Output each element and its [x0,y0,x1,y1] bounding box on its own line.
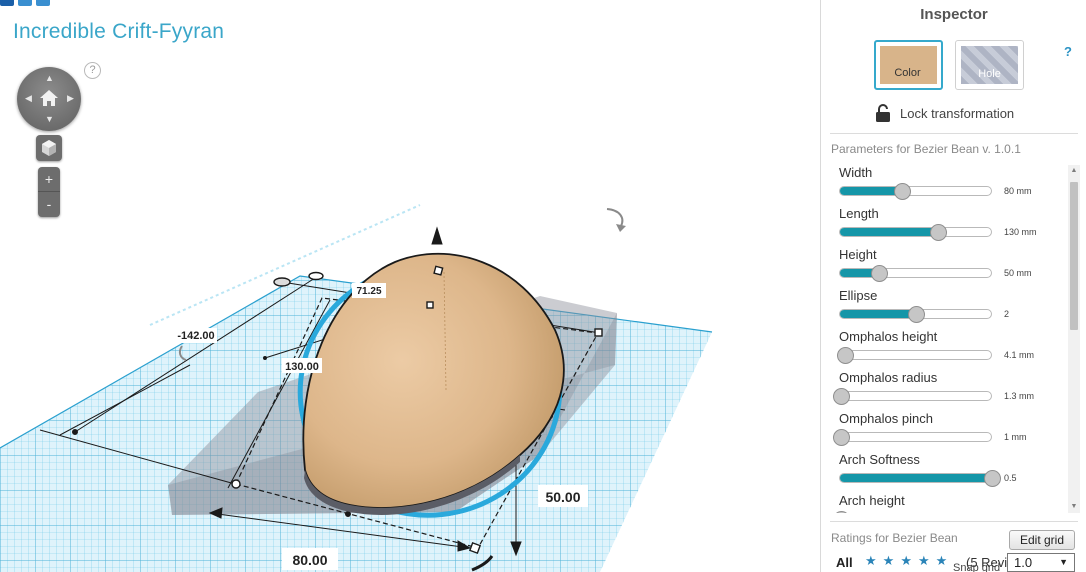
param-row: Arch Softness 0.5 [831,450,1071,491]
dim-offset-x: -142.00 [177,330,214,342]
param-value: 0.5 [1004,473,1017,483]
star-icon[interactable]: ★ [865,553,877,568]
param-slider-handle[interactable] [908,306,925,323]
param-row: Ellipse 2 [831,286,1071,327]
param-value: 130 mm [1004,227,1037,237]
pan-left-icon[interactable]: ◀ [25,94,32,103]
divider [830,133,1078,134]
snap-grid-label: Snap grid [953,562,1001,572]
param-name: Omphalos pinch [839,411,933,426]
view-help-icon[interactable]: ? [84,62,101,79]
param-value: 2 [1004,309,1010,319]
param-row: Omphalos pinch 1 mm [831,409,1071,450]
edit-grid-button[interactable]: Edit grid [1009,530,1075,550]
param-slider-track[interactable] [839,473,992,483]
inspector-title: Inspector [920,6,988,23]
lock-transformation-toggle[interactable]: Lock transformation [876,104,1014,122]
star-icon[interactable]: ★ [883,553,895,568]
ratings-all-label: All [836,555,853,570]
param-value: 1 mm [1004,432,1027,442]
param-slider-track[interactable] [839,186,992,196]
param-value: 4.1 mm [1004,350,1035,360]
param-name: Arch Softness [839,452,920,467]
param-name: Width [839,165,873,180]
param-slider-handle[interactable] [894,183,911,200]
param-row: Height 50 mm [831,245,1071,286]
param-name: Omphalos radius [839,370,938,385]
workplane-viewport[interactable]: 71.25 -142.00 130.00 50.00 80.00 Incredi… [0,0,820,572]
param-slider-track[interactable] [839,227,992,237]
param-row: Width 80 mm [831,163,1071,204]
param-slider-fill [840,474,991,482]
param-slider-handle[interactable] [984,470,1001,487]
params-scrollbar[interactable]: ▲ ▼ [1068,165,1080,513]
pan-up-icon[interactable]: ▲ [45,74,54,83]
param-row: Omphalos height 4.1 mm [831,327,1071,368]
param-slider-handle[interactable] [837,347,854,364]
param-name: Height [839,247,877,262]
view-navigation-wheel[interactable]: ▲ ▼ ◀ ▶ [17,67,81,131]
param-name: Arch height [839,493,905,508]
star-icon[interactable]: ★ [918,553,930,568]
cube-view-icon [42,140,56,156]
param-slider-handle[interactable] [833,429,850,446]
pan-right-icon[interactable]: ▶ [67,94,74,103]
param-name: Length [839,206,879,221]
zoom-controls: + - [38,167,60,217]
param-value: 1.3 mm [1004,391,1035,401]
inspector-panel: Inspector Color Hole ? Lock transformati… [820,0,1086,572]
zoom-out-button[interactable]: - [38,192,60,217]
param-slider-fill [840,228,939,236]
inspector-help-icon[interactable]: ? [1064,44,1072,59]
dim-width: 80.00 [292,552,327,568]
param-slider-track[interactable] [839,350,992,360]
param-row: Omphalos radius 1.3 mm [831,368,1071,409]
param-name: Ellipse [839,288,878,303]
lock-transformation-label: Lock transformation [900,105,1015,121]
param-row: Length 130 mm [831,204,1071,245]
dim-length: 130.00 [285,361,319,373]
hole-label: Hole [978,68,1001,80]
parameters-list: Width 80 mm Length 130 mm Height 50 mm Ellipse… [831,163,1071,513]
param-slider-handle[interactable] [833,388,850,405]
param-name: Omphalos height [839,329,938,344]
chevron-down-icon: ▼ [1059,557,1068,567]
param-slider-fill [840,310,917,318]
color-button[interactable]: Color [874,40,943,90]
param-value: 50 mm [1004,268,1032,278]
star-icon[interactable]: ★ [936,553,948,568]
param-slider-track[interactable] [839,268,992,278]
param-slider-track[interactable] [839,432,992,442]
3d-scene[interactable]: 71.25 -142.00 130.00 50.00 80.00 [0,0,820,572]
hole-button[interactable]: Hole [955,40,1024,90]
design-title[interactable]: Incredible Crift-Fyyran [13,20,224,44]
param-slider-track[interactable] [839,391,992,401]
cube-view-button[interactable] [36,135,62,161]
color-label: Color [894,67,921,79]
scroll-down-icon[interactable]: ▼ [1068,501,1080,513]
pan-down-icon[interactable]: ▼ [45,115,54,124]
param-slider-handle[interactable] [930,224,947,241]
zoom-in-button[interactable]: + [38,167,60,192]
param-row: Arch height [831,491,1071,513]
home-icon[interactable] [39,88,59,108]
rating-stars[interactable]: ★ ★ ★ ★ ★ [865,553,947,568]
divider [830,521,1078,522]
param-slider-handle[interactable] [833,511,850,513]
snap-grid-value: 1.0 [1014,555,1033,570]
params-title: Parameters for Bezier Bean v. 1.0.1 [831,142,1021,156]
lock-open-icon [876,104,890,122]
dim-offset-top: 71.25 [356,286,381,297]
scroll-thumb[interactable] [1070,182,1078,330]
ratings-title: Ratings for Bezier Bean [831,531,958,545]
param-slider-handle[interactable] [871,265,888,282]
scroll-up-icon[interactable]: ▲ [1068,165,1080,177]
dim-height: 50.00 [545,489,580,505]
star-icon[interactable]: ★ [900,553,912,568]
snap-grid-select[interactable]: 1.0 ▼ [1007,553,1075,572]
param-value: 80 mm [1004,186,1032,196]
